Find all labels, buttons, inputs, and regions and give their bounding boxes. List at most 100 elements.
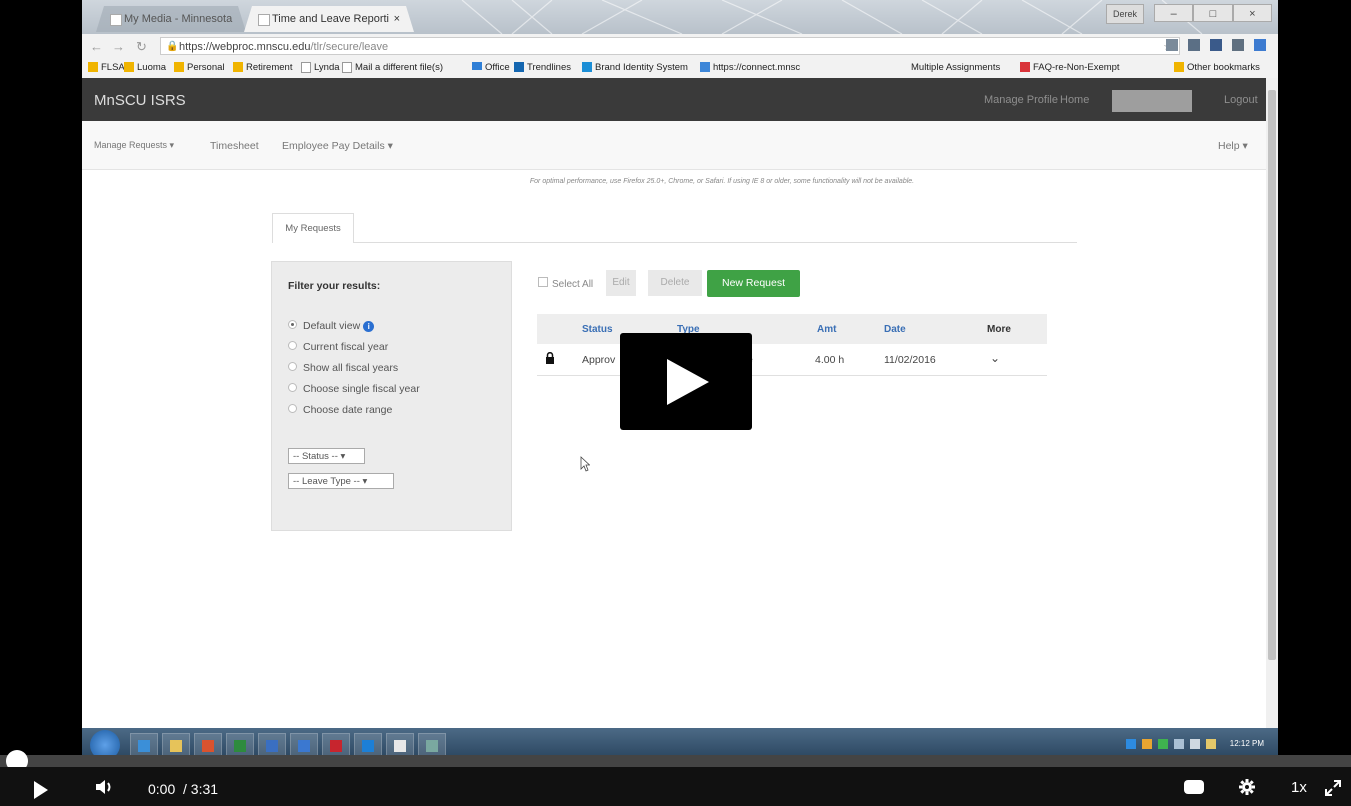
page-icon — [898, 62, 908, 72]
time-total: / 3:31 — [183, 781, 219, 797]
player-controls: 0:00 / 3:31 CC 1x — [0, 767, 1351, 806]
bookmark-luoma[interactable]: Luoma — [124, 62, 166, 73]
tray-icon[interactable] — [1126, 739, 1136, 749]
status-select[interactable]: -- Status -- ▾ — [288, 448, 365, 464]
filter-option-date-range[interactable]: Choose date range — [288, 404, 392, 416]
checkbox[interactable] — [538, 277, 548, 287]
taskbar-clock: 12:12 PM — [1229, 739, 1264, 748]
radio[interactable] — [288, 362, 297, 371]
close-tab-icon[interactable]: × — [394, 6, 400, 32]
lock-icon — [546, 352, 554, 364]
edit-button[interactable]: Edit — [606, 270, 636, 296]
bookmark-office[interactable]: Office — [472, 62, 510, 73]
back-icon[interactable]: ← — [90, 39, 103, 54]
page-scrollbar[interactable] — [1266, 78, 1278, 728]
folder-icon — [88, 62, 98, 72]
filter-option-default-view[interactable]: Default view i — [288, 320, 375, 332]
col-status[interactable]: Status — [582, 324, 613, 335]
help-menu[interactable]: Help ▾ — [1218, 140, 1248, 152]
linkedin-icon — [514, 62, 524, 72]
window-user-badge[interactable]: Derek — [1105, 4, 1144, 24]
settings-gear-icon[interactable] — [1238, 778, 1256, 796]
extension-icons — [1166, 39, 1266, 51]
bookmark-flsa[interactable]: FLSA — [88, 62, 125, 73]
radio[interactable] — [288, 404, 297, 413]
extension-icon[interactable] — [1254, 39, 1266, 51]
bookmark-multiple-assignments[interactable]: Multiple Assignments — [898, 62, 1000, 73]
video-progress-bar[interactable] — [0, 750, 1351, 772]
col-more: More — [987, 324, 1011, 335]
delete-button[interactable]: Delete — [648, 270, 702, 296]
bookmark-personal[interactable]: Personal — [174, 62, 225, 73]
timesheet-link[interactable]: Timesheet — [210, 140, 259, 152]
extension-icon[interactable] — [1188, 39, 1200, 51]
filter-option-current-fiscal-year[interactable]: Current fiscal year — [288, 341, 388, 353]
extension-icon[interactable] — [1232, 39, 1244, 51]
chevron-down-icon[interactable]: ⌄ — [990, 351, 1000, 365]
tray-icon[interactable] — [1190, 739, 1200, 749]
info-icon[interactable]: i — [363, 321, 375, 332]
reload-icon[interactable]: ↻ — [136, 39, 147, 55]
radio[interactable] — [288, 341, 297, 350]
folder-icon — [174, 62, 184, 72]
extension-icon[interactable] — [1210, 39, 1222, 51]
filter-option-all-fiscal-years[interactable]: Show all fiscal years — [288, 362, 398, 374]
bookmark-brand-identity[interactable]: Brand Identity System — [582, 62, 688, 73]
maximize-icon[interactable]: □ — [1193, 4, 1233, 22]
sub-navbar: Manage Requests ▾ Timesheet Employee Pay… — [82, 121, 1266, 170]
minimize-icon[interactable]: – — [1154, 4, 1194, 22]
browser-tab-time-leave[interactable]: Time and Leave Reporti × — [244, 6, 414, 32]
play-icon[interactable] — [34, 781, 48, 799]
window-controls: – □ × — [1154, 4, 1272, 22]
tray-icon[interactable] — [1174, 739, 1184, 749]
close-window-icon[interactable]: × — [1232, 4, 1272, 22]
table-row[interactable]: Approv e 4.00 h 11/02/2016 ⌄ — [537, 344, 1047, 376]
bookmark-connect[interactable]: https://connect.mnsc — [700, 62, 800, 73]
fullscreen-icon[interactable] — [1324, 779, 1342, 797]
app-navbar: MnSCU ISRS Manage Profile Home Logout — [82, 78, 1266, 121]
employee-pay-details-menu[interactable]: Employee Pay Details ▾ — [282, 140, 393, 152]
extension-icon[interactable] — [1166, 39, 1178, 51]
mail-icon — [472, 62, 482, 70]
manage-profile-link[interactable]: Manage Profile — [984, 94, 1058, 106]
leave-type-select[interactable]: -- Leave Type -- ▾ — [288, 473, 394, 489]
play-overlay-icon[interactable] — [620, 333, 752, 430]
volume-icon[interactable] — [94, 779, 118, 795]
bookmark-faq[interactable]: FAQ-re-Non-Exempt — [1020, 62, 1120, 73]
scrollbar-thumb[interactable] — [1268, 90, 1276, 660]
brand-icon — [582, 62, 592, 72]
playback-speed[interactable]: 1x — [1291, 779, 1307, 796]
tray-icon[interactable] — [1158, 739, 1168, 749]
radio-selected[interactable] — [288, 320, 297, 329]
mouse-cursor-icon — [580, 456, 590, 472]
bookmark-lynda[interactable]: Lynda — [301, 62, 340, 73]
app-brand[interactable]: MnSCU ISRS — [94, 92, 186, 109]
col-amt[interactable]: Amt — [817, 324, 836, 335]
bookmark-mail-file[interactable]: Mail a different file(s) — [342, 62, 443, 73]
forward-icon[interactable]: → — [112, 39, 125, 54]
bookmark-retirement[interactable]: Retirement — [233, 62, 292, 73]
video-frame: My Media - Minnesota Time and Leave Repo… — [82, 0, 1278, 762]
select-all-checkbox[interactable]: Select All — [538, 277, 593, 290]
bookmark-other[interactable]: Other bookmarks — [1174, 62, 1260, 73]
tab-label: Time and Leave Reporti — [272, 13, 389, 25]
filter-option-single-fiscal-year[interactable]: Choose single fiscal year — [288, 383, 420, 395]
radio[interactable] — [288, 383, 297, 392]
url-input[interactable]: 🔒 https://webproc.mnscu.edu/tlr/secure/l… — [160, 37, 1180, 55]
col-date[interactable]: Date — [884, 324, 906, 335]
bookmark-trendlines[interactable]: Trendlines — [514, 62, 571, 73]
logout-link[interactable]: Logout — [1224, 94, 1258, 106]
page-icon — [301, 62, 311, 73]
tab-my-requests[interactable]: My Requests — [272, 213, 354, 243]
new-request-button[interactable]: New Request — [707, 270, 800, 297]
browser-title-bar: My Media - Minnesota Time and Leave Repo… — [82, 0, 1278, 34]
manage-requests-menu[interactable]: Manage Requests ▾ — [94, 140, 174, 151]
captions-icon[interactable]: CC — [1184, 780, 1204, 794]
tray-icon[interactable] — [1206, 739, 1216, 749]
home-link[interactable]: Home — [1060, 94, 1089, 106]
cell-amt: 4.00 h — [815, 354, 845, 366]
address-bar: ← → ↻ 🔒 https://webproc.mnscu.edu/tlr/se… — [82, 34, 1278, 58]
browser-tab-mymedia[interactable]: My Media - Minnesota — [96, 6, 246, 32]
filter-title: Filter your results: — [288, 280, 381, 292]
tray-icon[interactable] — [1142, 739, 1152, 749]
